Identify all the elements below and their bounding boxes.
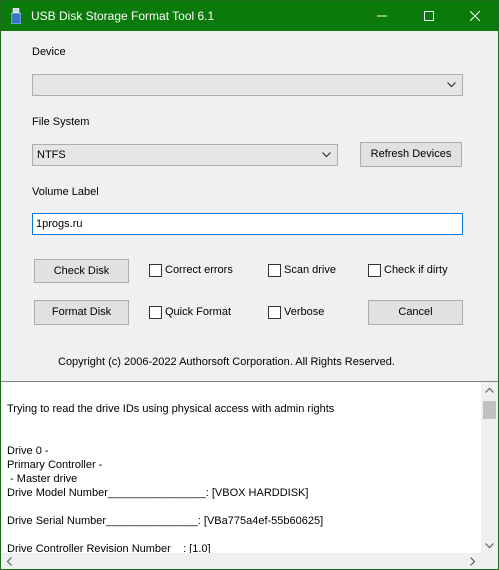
scroll-left-icon[interactable] [6,557,12,566]
scan-drive-checkbox[interactable] [268,264,281,277]
close-button[interactable] [452,1,498,31]
file-system-select-value: NTFS [37,149,66,161]
verbose-label[interactable]: Verbose [284,306,324,318]
file-system-select[interactable]: NTFS [32,144,338,166]
device-select[interactable] [32,74,463,96]
verbose-checkbox[interactable] [268,306,281,319]
maximize-button[interactable] [406,1,452,31]
scan-drive-label[interactable]: Scan drive [284,264,336,276]
scroll-down-icon[interactable] [485,543,494,549]
check-if-dirty-label[interactable]: Check if dirty [384,264,448,276]
horizontal-scrollbar[interactable] [1,553,481,569]
usb-drive-icon [11,8,21,24]
maximize-icon [424,11,434,21]
scrollbar-thumb[interactable] [483,401,496,419]
main-window: USB Disk Storage Format Tool 6.1 Device … [0,0,499,570]
check-if-dirty-checkbox[interactable] [368,264,381,277]
minimize-icon [377,15,387,17]
correct-errors-label[interactable]: Correct errors [165,264,233,276]
scroll-right-icon[interactable] [470,557,476,566]
window-title: USB Disk Storage Format Tool 6.1 [31,9,215,23]
check-disk-button[interactable]: Check Disk [34,259,129,283]
volume-label-field[interactable] [32,213,463,235]
log-text: Trying to read the drive IDs using physi… [7,403,335,555]
log-output[interactable]: Trying to read the drive IDs using physi… [1,381,498,569]
device-label: Device [32,46,66,58]
cancel-button[interactable]: Cancel [368,300,463,325]
refresh-devices-button[interactable]: Refresh Devices [360,142,462,167]
quick-format-label[interactable]: Quick Format [165,306,231,318]
close-icon [470,11,480,21]
minimize-button[interactable] [359,1,405,31]
file-system-label: File System [32,116,90,128]
quick-format-checkbox[interactable] [149,306,162,319]
format-disk-button[interactable]: Format Disk [34,300,129,325]
correct-errors-checkbox[interactable] [149,264,162,277]
volume-label-label: Volume Label [32,186,99,198]
scrollbar-corner [481,553,498,569]
copyright-text: Copyright (c) 2006-2022 Authorsoft Corpo… [58,356,395,368]
title-bar[interactable]: USB Disk Storage Format Tool 6.1 [1,1,498,31]
chevron-down-icon [447,82,456,88]
vertical-scrollbar[interactable] [481,382,498,554]
volume-label-input[interactable] [33,214,462,234]
chevron-down-icon [322,152,331,158]
scroll-up-icon[interactable] [485,387,494,393]
